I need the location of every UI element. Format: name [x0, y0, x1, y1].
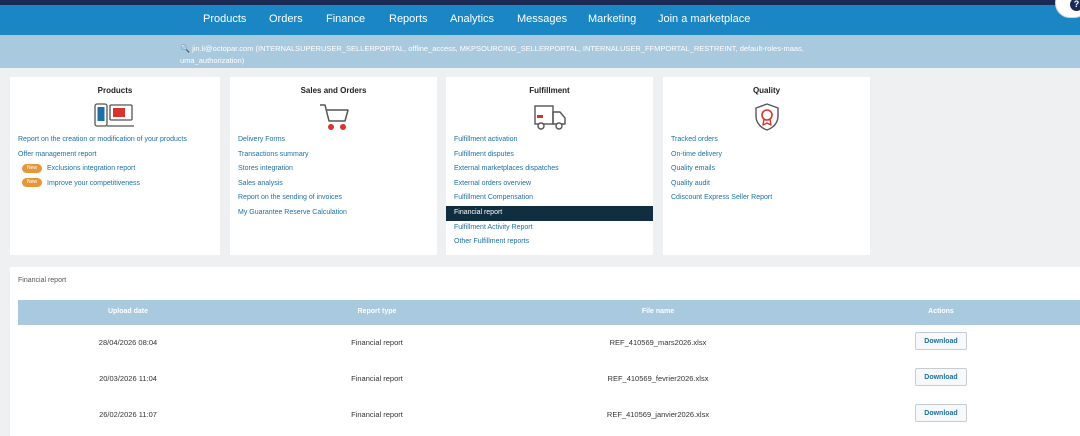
link-fulfillment-compensation[interactable]: Fulfillment Compensation [446, 191, 653, 206]
card-products: Products Report on the creation or modif… [10, 77, 220, 255]
link-other-fulfillment-reports[interactable]: Other Fulfillment reports [446, 235, 653, 250]
nav-products[interactable]: Products [203, 13, 246, 25]
nav-messages[interactable]: Messages [517, 13, 567, 25]
devices-icon [10, 101, 220, 131]
card-title: Fulfillment [529, 86, 570, 95]
file-name-cell: REF_410569_mars2026.xlsx [609, 338, 707, 347]
file-name-cell: REF_410569_janvier2026.xlsx [606, 410, 710, 419]
nav-marketing[interactable]: Marketing [588, 13, 636, 25]
upload-date-cell: 26/02/2026 11:07 [99, 410, 157, 419]
financial-report-panel: Financial report Upload date Report type… [10, 267, 1080, 436]
link-sales-analysis[interactable]: Sales analysis [230, 177, 437, 192]
report-type-cell: Financial report [351, 410, 403, 419]
shield-badge-icon [663, 101, 870, 131]
link-label: Improve your competitiveness [47, 179, 140, 187]
download-button[interactable]: Download [915, 404, 967, 422]
search-icon[interactable]: 🔍 [180, 44, 190, 53]
link-delivery-forms[interactable]: Delivery Forms [230, 133, 437, 148]
download-button[interactable]: Download [915, 368, 967, 386]
link-exclusions-integration-report[interactable]: New Exclusions integration report [10, 162, 220, 177]
help-icon[interactable]: ? [1070, 0, 1080, 11]
link-financial-report[interactable]: Financial report [446, 205, 653, 221]
nav-join-marketplace[interactable]: Join a marketplace [658, 13, 750, 25]
link-transactions-summary[interactable]: Transactions summary [230, 148, 437, 163]
card-title: Products [97, 86, 133, 95]
section-title: Financial report [18, 277, 67, 284]
column-header-upload-date[interactable]: Upload date [78, 308, 178, 315]
link-offer-management-report[interactable]: Offer management report [10, 148, 220, 163]
nav-reports[interactable]: Reports [389, 13, 428, 25]
column-header-actions: Actions [928, 308, 954, 315]
upload-date-cell: 28/04/2026 08:04 [98, 338, 158, 347]
table-header: Upload date Report type File name Action… [18, 300, 1080, 325]
column-header-file-name[interactable]: File name [608, 308, 708, 315]
nav-orders[interactable]: Orders [269, 13, 303, 25]
link-guarantee-reserve[interactable]: My Guarantee Reserve Calculation [230, 206, 437, 221]
table-row: 20/03/2026 11:04 Financial report REF_41… [18, 361, 1080, 397]
link-label: Exclusions integration report [47, 165, 136, 173]
link-tracked-orders[interactable]: Tracked orders [663, 133, 870, 148]
user-identity: 🔍 jin.li@octopar.com (INTERNALSUPERUSER_… [180, 43, 870, 67]
link-improve-competitiveness[interactable]: New Improve your competitiveness [10, 177, 220, 192]
table-row: 26/02/2026 11:07 Financial report REF_41… [18, 397, 1080, 433]
main-nav: Products Orders Finance Reports Analytic… [0, 5, 1080, 35]
link-external-dispatches[interactable]: External marketplaces dispatches [446, 162, 653, 177]
card-sales-orders: Sales and Orders Delivery Forms Transact… [230, 77, 437, 255]
link-express-seller-report[interactable]: Cdiscount Express Seller Report [663, 191, 870, 206]
link-fulfillment-activation[interactable]: Fulfillment activation [446, 133, 653, 148]
link-invoices-report[interactable]: Report on the sending of invoices [230, 191, 437, 206]
column-header-report-type[interactable]: Report type [327, 308, 427, 315]
link-stores-integration[interactable]: Stores integration [230, 162, 437, 177]
new-badge: New [22, 163, 42, 173]
link-on-time-delivery[interactable]: On-time delivery [663, 148, 870, 163]
report-type-cell: Financial report [351, 374, 403, 383]
truck-icon [446, 101, 653, 131]
user-roles-text: jin.li@octopar.com (INTERNALSUPERUSER_SE… [180, 44, 804, 65]
link-fulfillment-disputes[interactable]: Fulfillment disputes [446, 148, 653, 163]
cart-icon [230, 101, 437, 131]
card-quality: Quality Tracked orders On-time delivery … [663, 77, 870, 255]
report-type-cell: Financial report [351, 338, 403, 347]
link-product-creation-report[interactable]: Report on the creation or modification o… [10, 133, 220, 148]
card-title: Quality [752, 86, 781, 95]
new-badge: New [22, 178, 42, 188]
link-external-orders-overview[interactable]: External orders overview [446, 177, 653, 192]
file-name-cell: REF_410569_fevrier2026.xlsx [607, 374, 709, 383]
card-title: Sales and Orders [300, 86, 367, 95]
link-quality-audit[interactable]: Quality audit [663, 177, 870, 192]
upload-date-cell: 20/03/2026 11:04 [99, 374, 157, 383]
table-row: 28/04/2026 08:04 Financial report REF_41… [18, 325, 1080, 361]
card-fulfillment: Fulfillment Fulfillment activation Fulfi… [446, 77, 653, 255]
link-quality-emails[interactable]: Quality emails [663, 162, 870, 177]
nav-analytics[interactable]: Analytics [450, 13, 494, 25]
link-fulfillment-activity-report[interactable]: Fulfillment Activity Report [446, 221, 653, 236]
download-button[interactable]: Download [915, 332, 967, 350]
user-info-bar: 🔍 jin.li@octopar.com (INTERNALSUPERUSER_… [0, 35, 1080, 68]
nav-finance[interactable]: Finance [326, 13, 365, 25]
